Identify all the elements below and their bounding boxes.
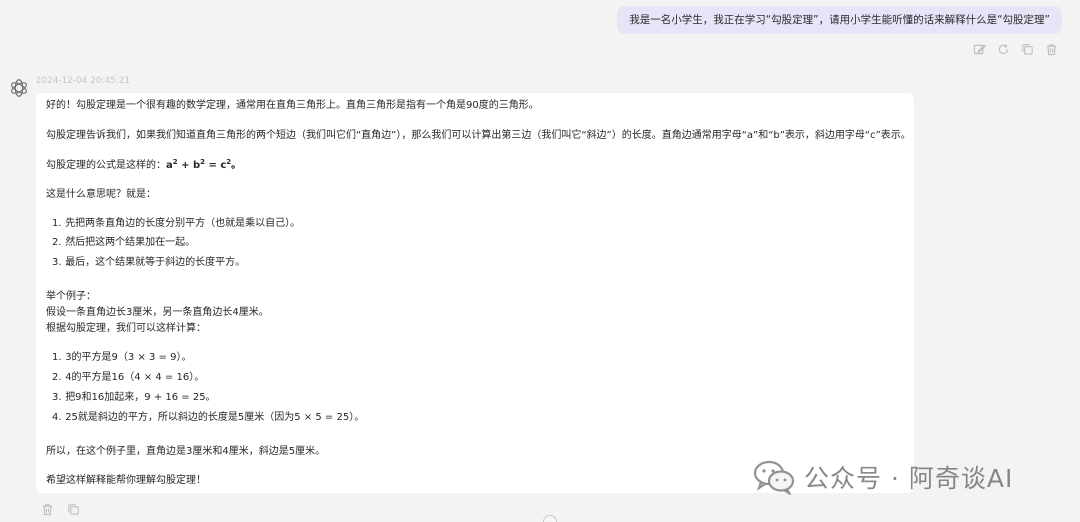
- reply-formula: 勾股定理的公式是这样的：a2 + b2 = c2。: [46, 159, 241, 173]
- copy-icon[interactable]: [67, 503, 80, 516]
- scroll-to-bottom-button[interactable]: [543, 515, 557, 522]
- reply-explain: 勾股定理告诉我们，如果我们知道直角三角形的两个短边（我们叫它们“直角边”），那么…: [46, 130, 911, 141]
- edit-icon[interactable]: [973, 43, 986, 56]
- example-title: 举个例子：: [46, 291, 96, 302]
- list-item: 3. 最后，这个结果就等于斜边的长度平方。: [52, 257, 246, 268]
- assistant-message-actions: [41, 503, 80, 516]
- formula-expression: a2 + b2 = c2。: [166, 158, 242, 172]
- watermark-text: 公众号 · 阿奇谈AI: [804, 464, 1014, 493]
- list-item: 2. 4的平方是16（4 × 4 = 16）。: [52, 372, 205, 383]
- reply-meaning-intro: 这是什么意思呢？就是：: [46, 189, 156, 200]
- list-item: 2. 然后把这两个结果加在一起。: [52, 237, 196, 248]
- refresh-icon[interactable]: [997, 43, 1010, 56]
- chat-page: 我是一名小学生，我正在学习“勾股定理”，请用小学生能听懂的话来解释什么是“勾股定…: [0, 0, 1080, 522]
- reply-intro: 好的！勾股定理是一个很有趣的数学定理，通常用在直角三角形上。直角三角形是指有一个…: [46, 100, 539, 111]
- list-item: 4. 25就是斜边的平方，所以斜边的长度是5厘米（因为5 × 5 = 25）。: [52, 412, 365, 423]
- assistant-avatar: [8, 77, 30, 99]
- reply-closing: 希望这样解释能帮你理解勾股定理！: [46, 475, 206, 486]
- delete-icon[interactable]: [1045, 43, 1058, 56]
- list-item: 1. 先把两条直角边的长度分别平方（也就是乘以自己）。: [52, 218, 301, 229]
- wechat-logo-icon: [752, 459, 796, 495]
- watermark: 公众号 · 阿奇谈AI: [752, 459, 1013, 495]
- message-timestamp: 2024-12-04 20:45:21: [36, 76, 131, 86]
- assistant-reply-card: 好的！勾股定理是一个很有趣的数学定理，通常用在直角三角形上。直角三角形是指有一个…: [36, 93, 914, 493]
- copy-icon[interactable]: [1021, 43, 1034, 56]
- user-message-actions: [973, 43, 1058, 56]
- formula-prefix: 勾股定理的公式是这样的：: [46, 160, 166, 171]
- list-item: 3. 把9和16加起来，9 + 16 = 25。: [52, 392, 216, 403]
- example-calc-intro: 根据勾股定理，我们可以这样计算：: [46, 323, 206, 334]
- user-message-bubble: 我是一名小学生，我正在学习“勾股定理”，请用小学生能听懂的话来解释什么是“勾股定…: [617, 6, 1062, 34]
- example-setup: 假设一条直角边长3厘米，另一条直角边长4厘米。: [46, 307, 269, 318]
- reply-conclusion: 所以，在这个例子里，直角边是3厘米和4厘米，斜边是5厘米。: [46, 446, 326, 457]
- list-item: 1. 3的平方是9（3 × 3 = 9）。: [52, 352, 192, 363]
- openai-logo-icon: [11, 79, 27, 97]
- delete-icon[interactable]: [41, 503, 54, 516]
